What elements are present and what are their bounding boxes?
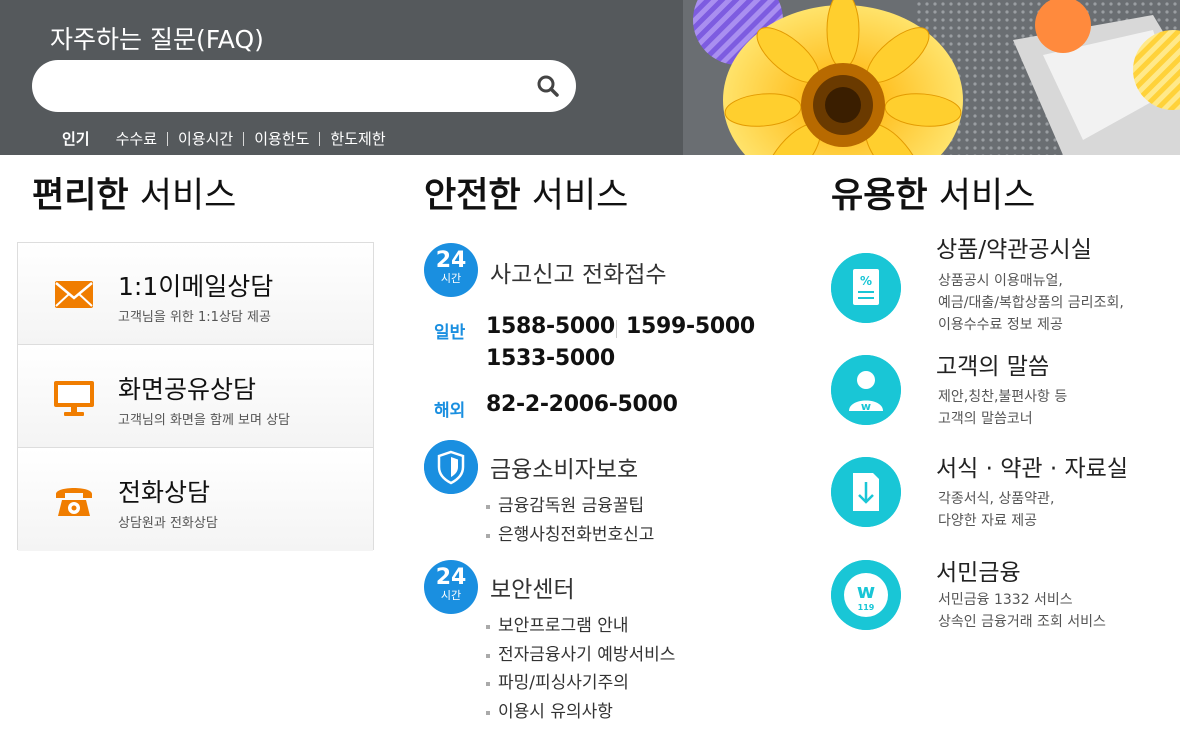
desc-line: 상품공시 이용매뉴얼, <box>938 273 1063 289</box>
download-document-icon[interactable] <box>831 457 901 527</box>
keyword-fee[interactable]: 수수료 <box>116 131 167 146</box>
popular-keywords: 인기 수수료 이용시간 이용한도 한도제한 <box>62 128 396 149</box>
list-item[interactable]: 전자금융사기 예방서비스 <box>486 641 675 670</box>
keyword-limit-restriction[interactable]: 한도제한 <box>319 131 395 146</box>
list-item[interactable]: 보안프로그램 안내 <box>486 612 675 641</box>
useful-services-heading: 유용한 서비스 <box>831 167 1035 218</box>
desc-line: 각종서식, 상품약관, <box>938 491 1055 507</box>
heading-bold: 안전한 <box>424 176 521 216</box>
screen-share-consult-item[interactable]: 화면공유상담 고객님의 화면을 함께 보며 상담 <box>18 346 373 448</box>
overseas-label: 해외 <box>434 401 466 421</box>
email-consult-item[interactable]: 1:1이메일상담 고객님을 위한 1:1상담 제공 <box>18 243 373 345</box>
search-icon <box>537 75 559 97</box>
list-item[interactable]: 은행사칭전화번호신고 <box>486 521 654 550</box>
telephone-icon <box>56 488 92 516</box>
w-119-icon[interactable]: w 119 <box>831 560 901 630</box>
faq-header: 자주하는 질문(FAQ) 인기 수수료 이용시간 이용한도 한도제한 <box>0 0 1180 155</box>
envelope-icon <box>55 281 93 308</box>
low-income-finance-desc: 서민금융 1332 서비스 상속인 금융거래 조회 서비스 <box>938 589 1106 633</box>
banner-flower-image <box>683 0 1180 155</box>
svg-text:w: w <box>861 400 871 413</box>
heading-bold: 유용한 <box>831 176 928 216</box>
consult-subtitle: 상담원과 전화상담 <box>118 516 218 531</box>
desc-line: 예금/대출/복합상품의 금리조회, <box>938 295 1124 311</box>
popular-label: 인기 <box>62 130 90 148</box>
24-hours-badge-icon: 24 시간 <box>424 560 478 614</box>
percent-document-icon[interactable]: % <box>831 253 901 323</box>
shield-icon <box>424 440 478 494</box>
phone-consult-item[interactable]: 전화상담 상담원과 전화상담 <box>18 449 373 551</box>
product-disclosure-desc: 상품공시 이용매뉴얼, 예금/대출/복합상품의 금리조회, 이용수수료 정보 제… <box>938 270 1124 336</box>
phone-number[interactable]: 1599-5000 <box>626 314 755 339</box>
keyword-hours[interactable]: 이용시간 <box>167 131 243 146</box>
faq-search-box <box>32 60 576 112</box>
phone-number[interactable]: 1588-5000 <box>486 314 615 339</box>
faq-title: 자주하는 질문(FAQ) <box>50 25 264 54</box>
heading-light: 서비스 <box>139 176 237 216</box>
badge-text: 시간 <box>440 589 462 602</box>
product-disclosure-link[interactable]: 상품/약관공시실 <box>936 230 1092 264</box>
safe-services-heading: 안전한 서비스 <box>424 167 628 218</box>
forms-library-desc: 각종서식, 상품약관, 다양한 자료 제공 <box>938 488 1054 532</box>
search-button[interactable] <box>534 72 562 100</box>
convenient-services-heading: 편리한 서비스 <box>32 167 236 218</box>
svg-text:w: w <box>857 579 875 603</box>
accident-report-title[interactable]: 사고신고 전화접수 <box>490 255 667 289</box>
badge-number: 24 <box>435 565 467 590</box>
desc-line: 고객의 말씀코너 <box>938 411 1033 427</box>
general-label: 일반 <box>434 323 466 343</box>
consult-list: 1:1이메일상담 고객님을 위한 1:1상담 제공 화면공유상담 고객님의 화면… <box>17 242 374 551</box>
separator <box>616 320 617 338</box>
desc-line: 제안,칭찬,불편사항 등 <box>938 389 1068 405</box>
consumer-protection-links: 금융감독원 금융꿀팁 은행사칭전화번호신고 <box>486 492 654 549</box>
consult-subtitle: 고객님의 화면을 함께 보며 상담 <box>118 413 291 428</box>
phone-number[interactable]: 1533-5000 <box>486 346 615 371</box>
desc-line: 상속인 금융거래 조회 서비스 <box>938 614 1106 630</box>
desc-line: 이용수수료 정보 제공 <box>938 317 1063 333</box>
badge-text: 119 <box>858 603 875 612</box>
consult-title: 1:1이메일상담 <box>118 272 274 301</box>
desc-line: 서민금융 1332 서비스 <box>938 592 1073 608</box>
consumer-protection-title[interactable]: 금융소비자보호 <box>490 450 638 484</box>
faq-search-input[interactable] <box>56 71 526 101</box>
list-item[interactable]: 금융감독원 금융꿀팁 <box>486 492 654 521</box>
list-item[interactable]: 이용시 유의사항 <box>486 698 675 727</box>
heading-bold: 편리한 <box>32 176 129 216</box>
consult-title: 전화상담 <box>118 478 211 507</box>
customer-voice-link[interactable]: 고객의 말씀 <box>936 347 1049 381</box>
desc-line: 다양한 자료 제공 <box>938 513 1038 529</box>
heading-light: 서비스 <box>938 176 1036 216</box>
customer-person-icon[interactable]: w <box>831 355 901 425</box>
badge-text: 시간 <box>440 272 462 285</box>
low-income-finance-link[interactable]: 서민금융 <box>936 553 1021 587</box>
heading-light: 서비스 <box>531 176 629 216</box>
consult-subtitle: 고객님을 위한 1:1상담 제공 <box>118 310 271 325</box>
customer-voice-desc: 제안,칭찬,불편사항 등 고객의 말씀코너 <box>938 386 1067 430</box>
list-item[interactable]: 파밍/피싱사기주의 <box>486 669 675 698</box>
svg-text:%: % <box>860 274 872 288</box>
security-center-links: 보안프로그램 안내 전자금융사기 예방서비스 파밍/피싱사기주의 이용시 유의사… <box>486 612 675 727</box>
monitor-icon <box>54 381 94 416</box>
badge-number: 24 <box>435 248 467 273</box>
forms-library-link[interactable]: 서식 · 약관 · 자료실 <box>936 449 1128 483</box>
24-hours-badge-icon: 24 시간 <box>424 243 478 297</box>
phone-number[interactable]: 82-2-2006-5000 <box>486 392 678 417</box>
keyword-limit[interactable]: 이용한도 <box>243 131 319 146</box>
consult-title: 화면공유상담 <box>118 375 257 404</box>
security-center-title[interactable]: 보안센터 <box>490 570 575 604</box>
